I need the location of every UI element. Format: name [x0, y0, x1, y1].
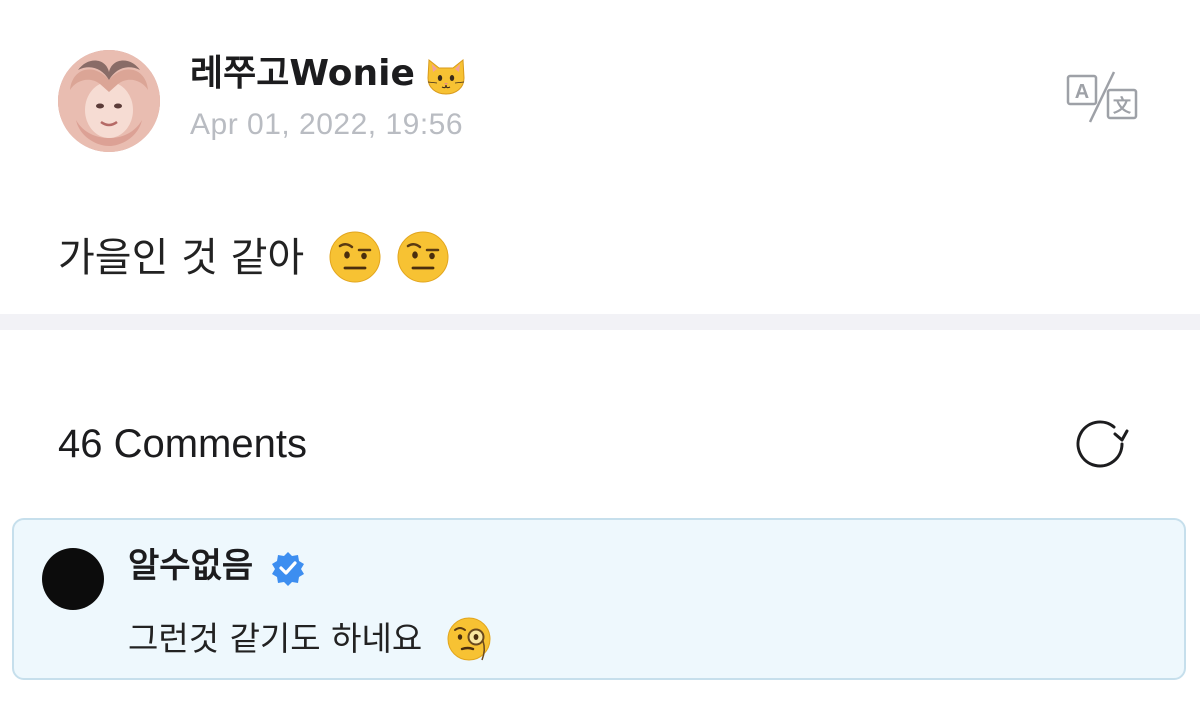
face-with-monocle-emoji [447, 617, 491, 661]
author-name[interactable]: 레쭈고Wonie [190, 50, 415, 98]
verified-badge-icon [272, 552, 304, 586]
post-date: Apr 01, 2022, 19:56 [190, 108, 464, 141]
post-header: 레쭈고Wonie Apr 01, 2022, 19:56 A 文 [0, 0, 1200, 170]
post-page: 레쭈고Wonie Apr 01, 2022, 19:56 A 文 가을인 것 같… [0, 0, 1200, 722]
translate-icon[interactable]: A 文 [1064, 70, 1140, 126]
comments-count-title: 46 Comments [58, 422, 307, 466]
comment-text: 그런것 같기도 하네요 [128, 619, 423, 658]
commenter-name[interactable]: 알수없음 [128, 544, 253, 588]
refresh-icon[interactable] [1070, 414, 1130, 474]
avatar-photo [58, 50, 160, 152]
svg-text:A: A [1075, 81, 1089, 103]
face-with-raised-eyebrow-emoji [397, 231, 449, 283]
section-divider [0, 314, 1200, 330]
author-avatar[interactable] [58, 50, 160, 152]
cat-face-emoji [427, 59, 465, 95]
post-body-text: 가을인 것 같아 [58, 235, 305, 281]
face-with-raised-eyebrow-emoji [329, 231, 381, 283]
comment-item[interactable]: 알수없음 그런것 같기도 하네요 [12, 518, 1186, 680]
commenter-avatar[interactable] [42, 548, 104, 610]
svg-text:文: 文 [1113, 95, 1132, 117]
